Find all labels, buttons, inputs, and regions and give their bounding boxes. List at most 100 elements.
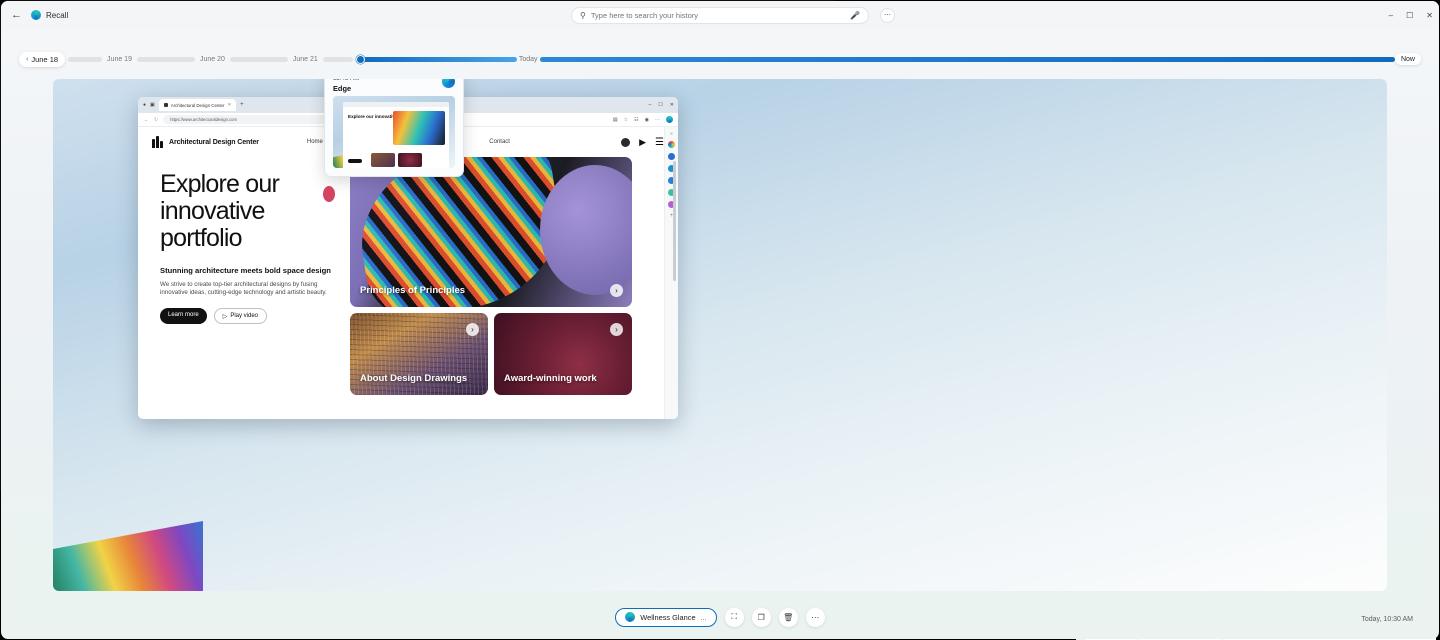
card-title: Principles of Principles <box>360 285 466 296</box>
popup-app-name: Edge <box>333 84 352 93</box>
timeline-label-today[interactable]: Today <box>519 56 538 63</box>
search-input[interactable] <box>590 10 846 20</box>
timeline-label-june19[interactable]: June 19 <box>107 56 132 63</box>
thumbnail-hero-image <box>393 111 445 145</box>
site-header-actions[interactable]: ▶ ☰ <box>621 137 664 148</box>
recall-window-controls[interactable]: – ☐ ✕ <box>1389 11 1433 20</box>
timeline-segment[interactable] <box>68 56 103 62</box>
back-arrow-icon[interactable]: ← <box>11 9 22 21</box>
desktop-composite: Wednesday, 10.27 World News Subscribe HO… <box>0 0 1440 640</box>
nav-contact[interactable]: Contact <box>489 139 510 145</box>
video-icon[interactable]: ▶ <box>639 137 646 148</box>
hero-text-column: Explore our innovative portfolio Stunnin… <box>138 157 350 419</box>
recall-titlebar: ← Recall ⚲ 🎤 ⋯ – ☐ ✕ <box>1 1 1439 29</box>
learn-more-button[interactable]: Learn more <box>160 308 207 325</box>
hamburger-menu-icon[interactable]: ☰ <box>655 137 664 148</box>
timeline-label-june20[interactable]: June 20 <box>200 56 225 63</box>
browser-tab[interactable]: Architectural Design Center ✕ <box>158 99 237 111</box>
recall-snapshot-canvas[interactable]: ● ▣ Architectural Design Center ✕ + – ☐ … <box>53 79 1387 591</box>
card-award-winning-work[interactable]: Award-winning work › <box>494 313 632 395</box>
popup-thumbnail[interactable]: Explore our innovative portfolio <box>333 96 455 168</box>
card-title: About Design Drawings <box>360 373 468 384</box>
play-icon: ▷ <box>222 313 228 320</box>
recall-action-bar[interactable]: Wellness Glance ... ⛶ ❐ 🗑 ⋯ Today, 10:30… <box>1 595 1439 639</box>
microphone-icon[interactable]: 🎤 <box>850 11 860 20</box>
chevron-right-icon[interactable]: › <box>466 323 479 336</box>
recall-app-identity: Recall <box>31 10 68 20</box>
address-bar[interactable]: https://www.architecturaldesign.com <box>163 115 334 124</box>
decorative-gradient <box>53 521 203 591</box>
snapshot-timestamp: Today, 10:30 AM <box>1361 616 1413 623</box>
card-about-design-drawings[interactable]: About Design Drawings › <box>350 313 488 395</box>
copilot-icon[interactable] <box>668 141 675 148</box>
refresh-icon[interactable]: ↻ <box>154 117 158 123</box>
recall-window[interactable]: ← Recall ⚲ 🎤 ⋯ – ☐ ✕ ‹ June 18 <box>0 0 1439 639</box>
hero-heading: Explore our innovative portfolio <box>160 170 280 252</box>
scrollbar[interactable] <box>673 161 676 281</box>
close-icon[interactable]: ✕ <box>670 131 673 136</box>
timeline-current-day-chip[interactable]: ‹ June 18 <box>19 51 66 67</box>
edge-sidebar[interactable]: ✕ + <box>664 127 678 419</box>
recall-app-name: Recall <box>46 10 69 20</box>
active-app-chip[interactable]: Wellness Glance ... <box>615 607 717 627</box>
chevron-right-icon[interactable]: › <box>610 323 623 336</box>
timeline-scrubber-handle[interactable] <box>355 54 365 64</box>
more-icon[interactable]: ... <box>701 613 707 622</box>
thumbnail-button <box>348 159 362 163</box>
recall-inner: ← Recall ⚲ 🎤 ⋯ – ☐ ✕ ‹ June 18 <box>1 1 1439 639</box>
play-video-button[interactable]: ▷ Play video <box>213 308 267 325</box>
timeline-segment-active[interactable] <box>361 56 517 62</box>
close-icon[interactable]: ✕ <box>227 102 231 108</box>
copy-icon[interactable]: ❐ <box>751 607 771 627</box>
chevron-left-icon[interactable]: ‹ <box>26 56 28 63</box>
timeline-segment[interactable] <box>136 56 195 62</box>
chevron-right-icon[interactable]: › <box>610 284 623 297</box>
brand-name: Architectural Design Center <box>169 138 259 146</box>
favorites-icon[interactable]: ☆ <box>624 117 628 123</box>
thumbnail-browser: Explore our innovative portfolio <box>343 102 449 168</box>
more-icon[interactable]: ⋯ <box>805 607 825 627</box>
search-icon[interactable] <box>621 137 631 147</box>
copilot-icon[interactable] <box>666 116 673 123</box>
hero-buttons[interactable]: Learn more ▷ Play video <box>160 308 334 325</box>
wellness-glance-icon <box>625 612 636 622</box>
popup-time: 11:45 AM <box>333 79 455 82</box>
settings-icon[interactable]: ⋯ <box>655 117 660 123</box>
browser-window-controls[interactable]: – ☐ ✕ <box>649 102 674 108</box>
thumbnail-card-1 <box>371 153 395 167</box>
minimize-icon[interactable]: – <box>1389 11 1393 20</box>
ellipsis-icon[interactable]: ⋯ <box>880 7 895 23</box>
click-to-do-icon[interactable]: ⛶ <box>724 607 744 627</box>
recall-snapshot-popup[interactable]: 11:45 AM Edge Explore our innovative por… <box>324 79 464 177</box>
back-arrow-icon[interactable]: ← <box>144 117 149 123</box>
timeline-segment[interactable] <box>322 56 353 62</box>
recall-search-box[interactable]: ⚲ 🎤 <box>571 6 869 24</box>
new-tab-button[interactable]: + <box>240 102 244 108</box>
delete-icon[interactable]: 🗑 <box>778 607 798 627</box>
recall-timeline[interactable]: ‹ June 18 June 19 June 20 June 21 Today … <box>1 46 1439 72</box>
hero-subheading: Stunning architecture meets bold space d… <box>160 266 331 275</box>
browser-toolbar-icons[interactable]: ▤ ☆ ☷ ◉ ⋯ <box>613 116 673 123</box>
profile-icon[interactable]: ◉ <box>645 117 649 123</box>
nav-home[interactable]: Home <box>307 139 323 145</box>
timeline-segment[interactable] <box>229 56 288 62</box>
favicon-icon <box>163 103 168 107</box>
shopping-icon[interactable] <box>668 153 675 160</box>
timeline-segment-today[interactable] <box>539 56 1395 62</box>
close-icon[interactable]: ✕ <box>1426 11 1433 20</box>
hero-paragraph: We strive to create top-tier architectur… <box>160 280 327 296</box>
brand-logo-icon <box>152 136 164 148</box>
timeline-label-june21[interactable]: June 21 <box>293 56 318 63</box>
maximize-icon[interactable]: ☐ <box>658 102 662 108</box>
card-principles[interactable]: Principles of Principles › <box>350 157 632 307</box>
thumbnail-toolbar <box>343 102 449 107</box>
copilot-icon[interactable]: ● <box>143 102 146 108</box>
close-icon[interactable]: ✕ <box>670 102 674 108</box>
collections-icon[interactable]: ☷ <box>634 117 638 123</box>
minimize-icon[interactable]: – <box>649 102 652 108</box>
timeline-now-chip[interactable]: Now <box>1394 53 1421 65</box>
search-icon: ⚲ <box>580 10 586 20</box>
maximize-icon[interactable]: ☐ <box>1406 11 1413 20</box>
tab-overview-icon[interactable]: ▣ <box>150 102 155 108</box>
split-screen-icon[interactable]: ▤ <box>613 117 618 123</box>
